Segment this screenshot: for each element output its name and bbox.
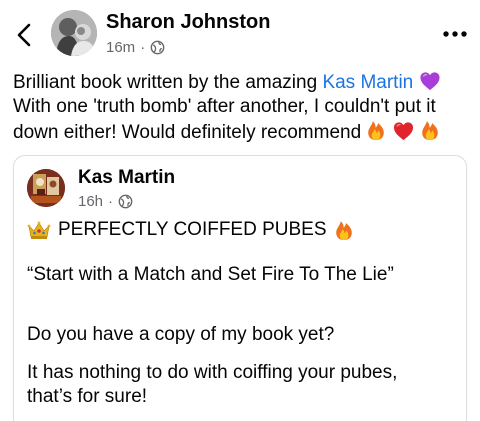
back-button[interactable] [14, 22, 36, 48]
crown-icon [27, 221, 51, 239]
shared-post-meta: 16h · [78, 193, 133, 210]
post-text-line-3: down either! Would definitely recommend [13, 119, 478, 145]
author-name[interactable]: Sharon Johnston [106, 11, 270, 34]
post-text-recommend: down either! Would definitely recommend [13, 122, 362, 143]
shared-headline: PERFECTLY COIFFED PUBES [58, 219, 327, 240]
shared-author-avatar[interactable] [27, 169, 65, 207]
shared-text-line-5: that’s for sure! [27, 386, 148, 407]
fire-icon [422, 121, 438, 141]
chevron-left-icon [17, 23, 31, 47]
meta-separator: · [108, 193, 114, 210]
post-text-line-1: Brilliant book written by the amazing Ka… [13, 71, 478, 95]
post-text-line-2: With one 'truth bomb' after another, I c… [13, 96, 436, 117]
post-text-intro: Brilliant book written by the amazing [13, 72, 323, 93]
shared-headline-line: PERFECTLY COIFFED PUBES [27, 218, 354, 242]
mention-link[interactable]: Kas Martin [322, 72, 413, 93]
post-header: Sharon Johnston 16m · [0, 0, 480, 70]
shared-text-line-4: It has nothing to do with coiffing your … [27, 362, 398, 383]
fire-icon [368, 121, 385, 141]
globe-icon [118, 194, 133, 209]
red-heart-icon [393, 122, 413, 141]
more-horizontal-icon [443, 31, 467, 37]
post-text: Brilliant book written by the amazing Ka… [13, 71, 478, 145]
purple-heart-icon [419, 72, 440, 91]
shared-author-name[interactable]: Kas Martin [78, 167, 175, 189]
author-avatar[interactable] [51, 10, 97, 56]
shared-avatar-photo [27, 169, 65, 207]
shared-post-timestamp[interactable]: 16h [78, 193, 103, 210]
globe-icon [150, 40, 165, 55]
shared-post-card[interactable]: Kas Martin 16h · PERFECTLY COIFFED PUBES… [13, 155, 467, 421]
meta-separator: · [140, 39, 146, 56]
post-timestamp[interactable]: 16m [106, 39, 135, 56]
post-meta: 16m · [106, 39, 165, 56]
avatar-photo [51, 10, 97, 56]
shared-question: Do you have a copy of my book yet? [27, 324, 335, 345]
post-detail-page: Sharon Johnston 16m · Brilliant book wri… [0, 0, 480, 421]
fire-icon [335, 221, 352, 241]
more-options-button[interactable] [442, 27, 468, 39]
shared-quote: “Start with a Match and Set Fire To The … [27, 264, 394, 285]
